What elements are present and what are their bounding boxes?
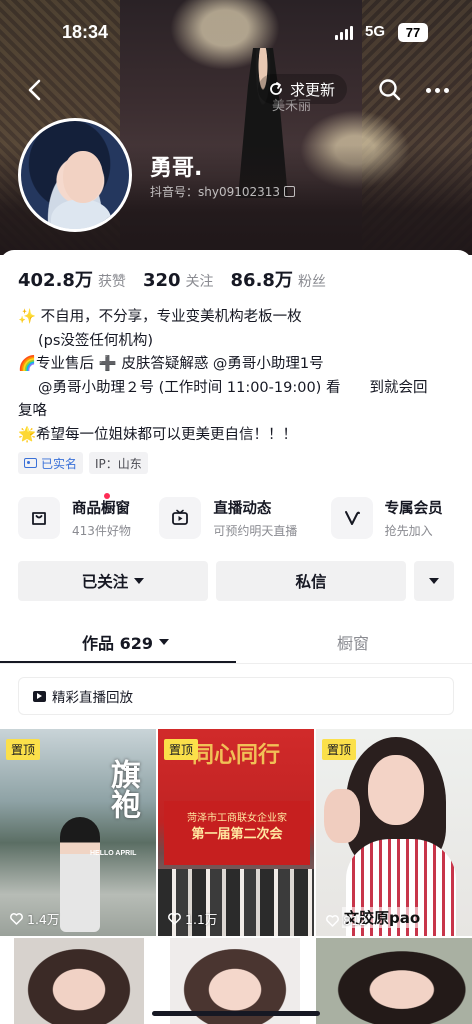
video-thumbnail[interactable]: 置顶 文胶原pao 812: [316, 729, 472, 936]
heart-icon: [326, 914, 339, 927]
feature-title: 直播动态: [213, 501, 272, 517]
like-count-text: 812: [343, 913, 367, 928]
tab-window-label: 橱窗: [337, 634, 370, 653]
heart-icon: [168, 912, 181, 925]
bio-line: 🌟希望每一位姐妹都可以更美更自信！！！: [18, 426, 298, 443]
bio-line: 🌈专业售后 ➕ 皮肤答疑解惑 @勇哥小助理1号: [18, 356, 324, 372]
caret-down-icon: [134, 578, 145, 584]
bio-line: ✨ 不自用，不分享，专业变美机构老板一枚: [18, 309, 302, 325]
thumbnail-overlay-subtext: HELLO APRIL: [90, 850, 137, 857]
feature-vip[interactable]: 专属会员 抢先加入: [330, 494, 472, 542]
status-time: 18:34: [62, 22, 109, 42]
video-icon: [33, 690, 46, 702]
tab-works-label: 作品 629: [82, 634, 153, 653]
live-replay-entry[interactable]: 精彩直播回放: [18, 677, 454, 715]
board-line: 菏泽市工商联女企业家: [187, 813, 287, 824]
feature-subtitle: 抢先加入: [384, 524, 433, 538]
feature-title: 商品橱窗: [72, 501, 130, 517]
profile-tags: 已实名 IP：山东: [18, 452, 148, 474]
video-thumbnail[interactable]: 旗袍 HELLO APRIL 置顶 1.4万: [0, 729, 156, 936]
video-thumbnail[interactable]: [316, 938, 472, 1024]
action-buttons: 已关注 私信: [18, 561, 454, 601]
live-icon: [159, 497, 202, 539]
message-label: 私信: [295, 573, 327, 591]
stat-following[interactable]: 320 关注: [143, 270, 214, 291]
live-replay-label: 精彩直播回放: [52, 690, 133, 706]
like-count-text: 1.4万: [27, 912, 60, 927]
bio-line: (ps没签任何机构): [38, 332, 154, 349]
back-icon[interactable]: [22, 76, 50, 104]
board-line: 第一届第二次会: [191, 827, 283, 842]
verified-badge: 已实名: [18, 452, 84, 474]
tab-works[interactable]: 作品 629: [82, 630, 169, 654]
shop-icon: [18, 497, 60, 539]
like-count: 1.1万: [168, 909, 217, 928]
home-indicator[interactable]: [152, 1011, 320, 1016]
profile-bio: ✨ 不自用，不分享，专业变美机构老板一枚 (ps没签任何机构) 🌈专业售后 ➕ …: [18, 306, 458, 447]
stat-following-value: 320: [142, 270, 181, 291]
feature-row: 商品橱窗 413件好物 直播动态 可预约明天直播 专属会员 抢先加入: [18, 493, 472, 542]
battery-icon: 77: [398, 23, 428, 42]
status-bar: 18:34 5G 77: [0, 22, 472, 46]
like-count: 812: [326, 913, 367, 928]
pinned-badge: 置顶: [164, 739, 199, 760]
like-count: 1.4万: [10, 909, 59, 928]
feature-title: 专属会员: [384, 501, 443, 517]
refresh-icon: [270, 82, 282, 95]
notification-dot: [104, 493, 110, 499]
heart-icon: [10, 912, 23, 925]
copy-icon[interactable]: [284, 186, 296, 197]
request-update-label: 求更新: [290, 80, 336, 99]
bio-line: 复咯: [18, 403, 47, 419]
verified-label: 已实名: [41, 456, 78, 471]
douyin-id-text: 抖音号：shy09102313: [150, 185, 281, 199]
caret-down-icon: [429, 578, 439, 584]
search-icon[interactable]: [376, 76, 404, 104]
network-type: 5G: [365, 23, 386, 40]
request-update-button[interactable]: 求更新: [258, 74, 348, 104]
thumbnail-board: 菏泽市工商联女企业家 第一届第二次会: [164, 801, 310, 865]
more-actions-button[interactable]: [414, 561, 454, 601]
feature-subtitle: 可预约明天直播: [213, 524, 298, 538]
stat-followers-label: 粉丝: [297, 274, 326, 290]
feature-live[interactable]: 直播动态 可预约明天直播: [159, 494, 300, 542]
video-thumbnail[interactable]: 同心同行 菏泽市工商联女企业家 第一届第二次会 置顶 1.1万: [158, 729, 314, 936]
stat-likes-value: 402.8万: [18, 270, 93, 291]
like-count-text: 1.1万: [185, 912, 218, 927]
content-tabs: 作品 629 橱窗: [0, 618, 472, 664]
following-label: 已关注: [81, 573, 129, 591]
caret-down-icon: [158, 639, 169, 645]
profile-stats: 402.8万 获赞 320 关注 86.8万 粉丝: [18, 266, 343, 292]
profile-name: 勇哥.: [150, 156, 203, 181]
stat-following-label: 关注: [185, 274, 214, 290]
tab-indicator: [0, 661, 236, 663]
top-nav: 求更新: [0, 72, 472, 108]
pinned-badge: 置顶: [6, 739, 41, 760]
stat-likes-label: 获赞: [97, 274, 126, 290]
stat-followers[interactable]: 86.8万 粉丝: [231, 266, 326, 292]
feature-subtitle: 413件好物: [72, 524, 131, 538]
message-button[interactable]: 私信: [216, 561, 406, 601]
tab-window[interactable]: 橱窗: [337, 630, 369, 654]
stat-likes: 402.8万 获赞: [18, 266, 126, 292]
pinned-badge: 置顶: [322, 739, 357, 760]
stat-followers-value: 86.8万: [230, 270, 293, 291]
avatar[interactable]: [18, 118, 132, 232]
douyin-id[interactable]: 抖音号：shy09102313: [150, 183, 296, 200]
following-button[interactable]: 已关注: [18, 561, 208, 601]
ip-location-badge: IP：山东: [89, 452, 148, 474]
video-thumbnail[interactable]: [14, 938, 144, 1024]
more-icon[interactable]: [418, 80, 456, 100]
bio-line: @勇哥小助理２号 (工作时间 11:00-19:00) 看 到就会回: [38, 379, 428, 396]
ip-location-label: IP：山东: [95, 456, 142, 471]
vip-icon: [330, 497, 373, 539]
feature-shop-window[interactable]: 商品橱窗 413件好物: [18, 493, 159, 542]
thumbnail-overlay-text: 旗袍: [105, 759, 140, 819]
id-card-icon: [24, 458, 37, 468]
signal-icon: [335, 26, 353, 40]
